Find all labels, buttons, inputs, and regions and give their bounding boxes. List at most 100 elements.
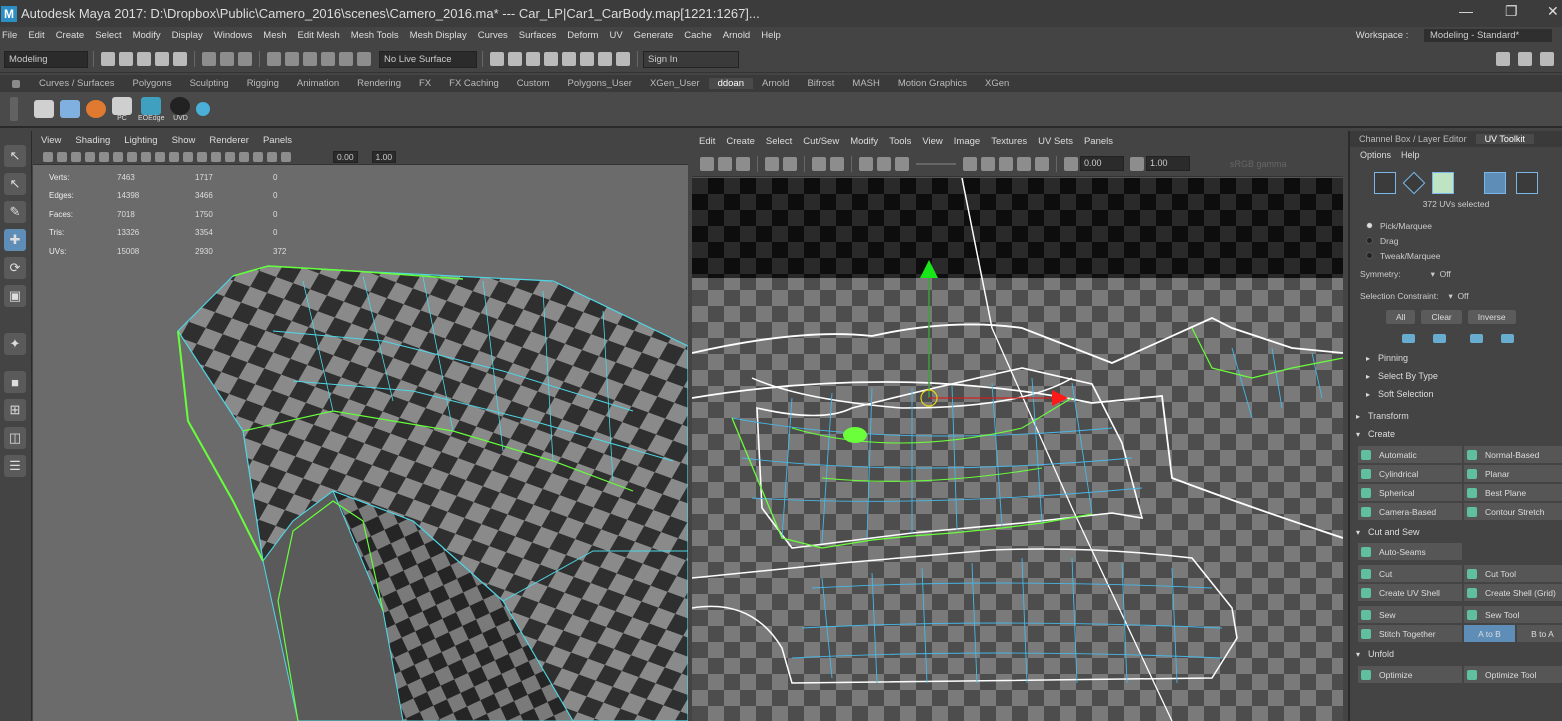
- drag-radio[interactable]: Drag: [1366, 233, 1562, 248]
- shelf-tab-ddoan[interactable]: ddoan: [708, 78, 753, 89]
- menu-mesh-display[interactable]: Mesh Display: [410, 30, 467, 41]
- lasso-tool-icon[interactable]: ↖: [4, 173, 26, 195]
- menu-set-dropdown[interactable]: Modeling: [4, 50, 88, 68]
- uv-menu-panels[interactable]: Panels: [1084, 136, 1113, 147]
- uv-menu-edit[interactable]: Edit: [699, 136, 715, 147]
- shelf-tab-custom[interactable]: Custom: [508, 78, 559, 89]
- grow-loop-icon[interactable]: [1470, 333, 1483, 343]
- uv-rgb-icon[interactable]: [981, 156, 995, 171]
- create-shell-grid-button[interactable]: Create Shell (Grid): [1464, 584, 1562, 601]
- snap-curve-icon[interactable]: [285, 52, 299, 66]
- menu-edit-mesh[interactable]: Edit Mesh: [298, 30, 340, 41]
- paint-select-tool-icon[interactable]: ✎: [4, 201, 26, 223]
- render-frame-icon[interactable]: [508, 52, 522, 66]
- textured-icon[interactable]: [169, 151, 179, 162]
- move-tool-icon[interactable]: ✚: [4, 229, 26, 251]
- shelf-menu-icon[interactable]: [12, 79, 20, 88]
- menu-windows[interactable]: Windows: [214, 30, 253, 41]
- cut-button[interactable]: Cut: [1358, 565, 1462, 582]
- menu-curves[interactable]: Curves: [478, 30, 508, 41]
- cylindrical-button[interactable]: Cylindrical: [1358, 465, 1462, 482]
- shrink-selection-icon[interactable]: [1433, 333, 1446, 343]
- shelf-tab-polygons-user[interactable]: Polygons_User: [559, 78, 641, 89]
- uv-alpha-icon[interactable]: [999, 156, 1013, 171]
- shelf-button-uvd[interactable]: UVD: [170, 96, 191, 122]
- grow-selection-icon[interactable]: [1402, 333, 1415, 343]
- menu-surfaces[interactable]: Surfaces: [519, 30, 557, 41]
- menu-help[interactable]: Help: [761, 30, 781, 41]
- snap-grid-icon[interactable]: [267, 52, 281, 66]
- uv-texture-icon[interactable]: [736, 156, 750, 171]
- snap-surface-icon[interactable]: [339, 52, 353, 66]
- symmetry-dropdown[interactable]: ▾ Off: [1431, 269, 1451, 280]
- menu-mesh[interactable]: Mesh: [263, 30, 286, 41]
- automatic-button[interactable]: Automatic: [1358, 446, 1462, 463]
- vp-menu-view[interactable]: View: [41, 135, 61, 146]
- menu-arnold[interactable]: Arnold: [723, 30, 750, 41]
- sign-in-button[interactable]: Sign In: [643, 50, 739, 68]
- shadows-icon[interactable]: [197, 151, 207, 162]
- planar-button[interactable]: Planar: [1464, 465, 1562, 482]
- close-button[interactable]: ✕: [1547, 3, 1559, 20]
- menu-file[interactable]: File: [2, 30, 17, 41]
- menu-modify[interactable]: Modify: [133, 30, 161, 41]
- uv-edge-mode-icon[interactable]: [1402, 171, 1426, 195]
- uv-face-mode-icon[interactable]: [1516, 172, 1538, 194]
- gamma-field[interactable]: 1.00: [371, 150, 397, 163]
- stitch-together-button[interactable]: Stitch Together: [1358, 625, 1462, 642]
- select-tool-icon[interactable]: ↖: [4, 145, 26, 167]
- side-by-side-icon[interactable]: ◫: [4, 427, 26, 449]
- tab-uv-toolkit[interactable]: UV Toolkit: [1475, 134, 1534, 144]
- modeling-toolkit-icon[interactable]: [1496, 52, 1510, 66]
- uv-mode-icon[interactable]: [1374, 172, 1396, 194]
- pick-marquee-radio[interactable]: Pick/Marquee: [1366, 218, 1562, 233]
- bookmark-icon[interactable]: [71, 151, 81, 162]
- uv-menu-uv-sets[interactable]: UV Sets: [1038, 136, 1073, 147]
- lights-icon[interactable]: [183, 151, 193, 162]
- select-all-button[interactable]: All: [1386, 310, 1416, 324]
- single-perspective-icon[interactable]: ■: [4, 371, 26, 393]
- smooth-shade-icon[interactable]: [155, 151, 165, 162]
- a-to-b-button[interactable]: A to B: [1464, 625, 1515, 642]
- exposure-icon[interactable]: [1064, 156, 1078, 171]
- shelf-tab-rigging[interactable]: Rigging: [238, 78, 288, 89]
- uv-menu-create[interactable]: Create: [726, 136, 755, 147]
- shelf-tab-arnold[interactable]: Arnold: [753, 78, 798, 89]
- four-view-icon[interactable]: ⊞: [4, 399, 26, 421]
- optimize-button[interactable]: Optimize: [1358, 666, 1462, 683]
- menu-uv[interactable]: UV: [609, 30, 622, 41]
- menu-cache[interactable]: Cache: [684, 30, 711, 41]
- sew-button[interactable]: Sew: [1358, 606, 1462, 623]
- live-surface-field[interactable]: No Live Surface: [379, 50, 477, 68]
- normal-based-button[interactable]: Normal-Based: [1464, 446, 1562, 463]
- shelf-tab-sculpting[interactable]: Sculpting: [181, 78, 238, 89]
- uv-canvas[interactable]: [692, 178, 1343, 721]
- shelf-tab-motion-graphics[interactable]: Motion Graphics: [889, 78, 976, 89]
- uv-gamma-field[interactable]: 1.00: [1146, 156, 1190, 171]
- camera-select-icon[interactable]: [43, 151, 53, 162]
- resolution-gate-icon[interactable]: [113, 151, 123, 162]
- menu-deform[interactable]: Deform: [567, 30, 598, 41]
- shelf-tab-xgen-user[interactable]: XGen_User: [641, 78, 709, 89]
- cut-tool-button[interactable]: Cut Tool: [1464, 565, 1562, 582]
- move-x-handle[interactable]: [1052, 390, 1068, 406]
- uv-shell-mode-icon[interactable]: [1432, 172, 1454, 194]
- shelf-tab-mash[interactable]: MASH: [843, 78, 888, 89]
- uv-image-icon[interactable]: [895, 156, 909, 171]
- b-to-a-button[interactable]: B to A: [1517, 625, 1562, 642]
- xray-icon[interactable]: [253, 151, 263, 162]
- shelf-tab-animation[interactable]: Animation: [288, 78, 348, 89]
- film-gate-icon[interactable]: [99, 151, 109, 162]
- vp-menu-panels[interactable]: Panels: [263, 135, 292, 146]
- menu-generate[interactable]: Generate: [634, 30, 674, 41]
- cut-and-sew-section[interactable]: Cut and Sew: [1356, 523, 1562, 541]
- xray-joints-icon[interactable]: [267, 151, 277, 162]
- constraint-dropdown[interactable]: ▾ Off: [1448, 291, 1468, 302]
- uv-shaded-icon[interactable]: [718, 156, 732, 171]
- anti-aliasing-icon[interactable]: [225, 151, 235, 162]
- rotate-tool-icon[interactable]: ⟳: [4, 257, 26, 279]
- select-by-type-section[interactable]: Select By Type: [1366, 367, 1562, 385]
- minimize-button[interactable]: —: [1459, 3, 1473, 19]
- uv-menu-textures[interactable]: Textures: [991, 136, 1027, 147]
- menu-display[interactable]: Display: [172, 30, 203, 41]
